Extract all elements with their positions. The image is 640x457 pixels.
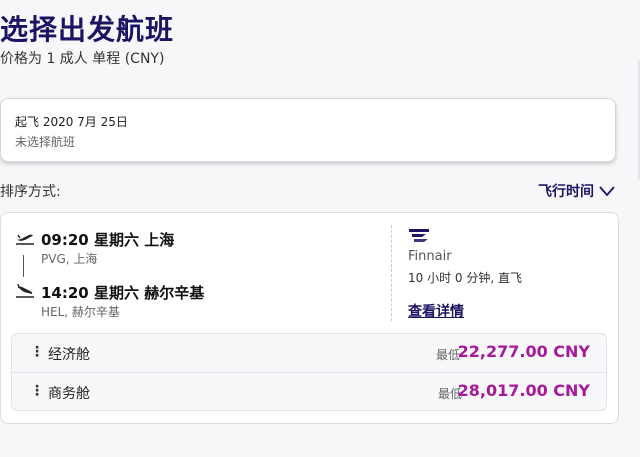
fare-options: ⋮ 经济舱 最低 22,277.00 CNY ⋮ 商务舱 最低 28,017.0… <box>11 333 607 411</box>
departure-time: 09:20 星期六 上海 <box>41 231 175 249</box>
fare-price: 28,017.00 CNY <box>457 381 590 400</box>
more-vertical-icon: ⋮ <box>30 344 44 360</box>
departure-date: 起飞 2020 7月 25日 <box>15 115 128 129</box>
fare-name: 商务舱 <box>48 386 90 402</box>
more-vertical-icon: ⋮ <box>30 383 44 399</box>
departure-summary-card[interactable]: 起飞 2020 7月 25日 未选择航班 <box>0 98 616 162</box>
divider <box>391 225 392 321</box>
departure-status: 未选择航班 <box>15 135 76 149</box>
arrival-time: 14:20 星期六 赫尔辛基 <box>41 284 205 302</box>
fare-min-label: 最低 <box>435 348 460 362</box>
fare-option-business[interactable]: ⋮ 商务舱 最低 28,017.00 CNY <box>12 372 606 411</box>
flight-duration: 10 小时 0 分钟, 直飞 <box>408 271 522 285</box>
route-line <box>23 255 24 277</box>
takeoff-icon <box>16 234 34 245</box>
sort-value: 飞行时间 <box>538 184 594 200</box>
finnair-logo-icon <box>409 229 429 242</box>
flight-result-card: 09:20 星期六 上海 PVG, 上海 14:20 星期六 赫尔辛基 HEL,… <box>0 212 619 424</box>
fare-name: 经济舱 <box>48 347 90 363</box>
arrival-airport: HEL, 赫尔辛基 <box>41 305 120 319</box>
sort-label: 排序方式: <box>0 184 61 200</box>
page-subtitle: 价格为 1 成人 单程 (CNY) <box>0 51 165 67</box>
sort-dropdown[interactable]: 飞行时间 <box>538 181 616 201</box>
fare-price: 22,277.00 CNY <box>457 342 590 361</box>
landing-icon <box>16 283 34 298</box>
departure-airport: PVG, 上海 <box>41 252 98 266</box>
airline-name: Finnair <box>408 249 452 264</box>
chevron-down-icon <box>599 186 615 197</box>
view-details-link[interactable]: 查看详情 <box>408 301 464 321</box>
fare-option-economy[interactable]: ⋮ 经济舱 最低 22,277.00 CNY <box>12 334 606 372</box>
page-title: 选择出发航班 <box>0 13 175 46</box>
